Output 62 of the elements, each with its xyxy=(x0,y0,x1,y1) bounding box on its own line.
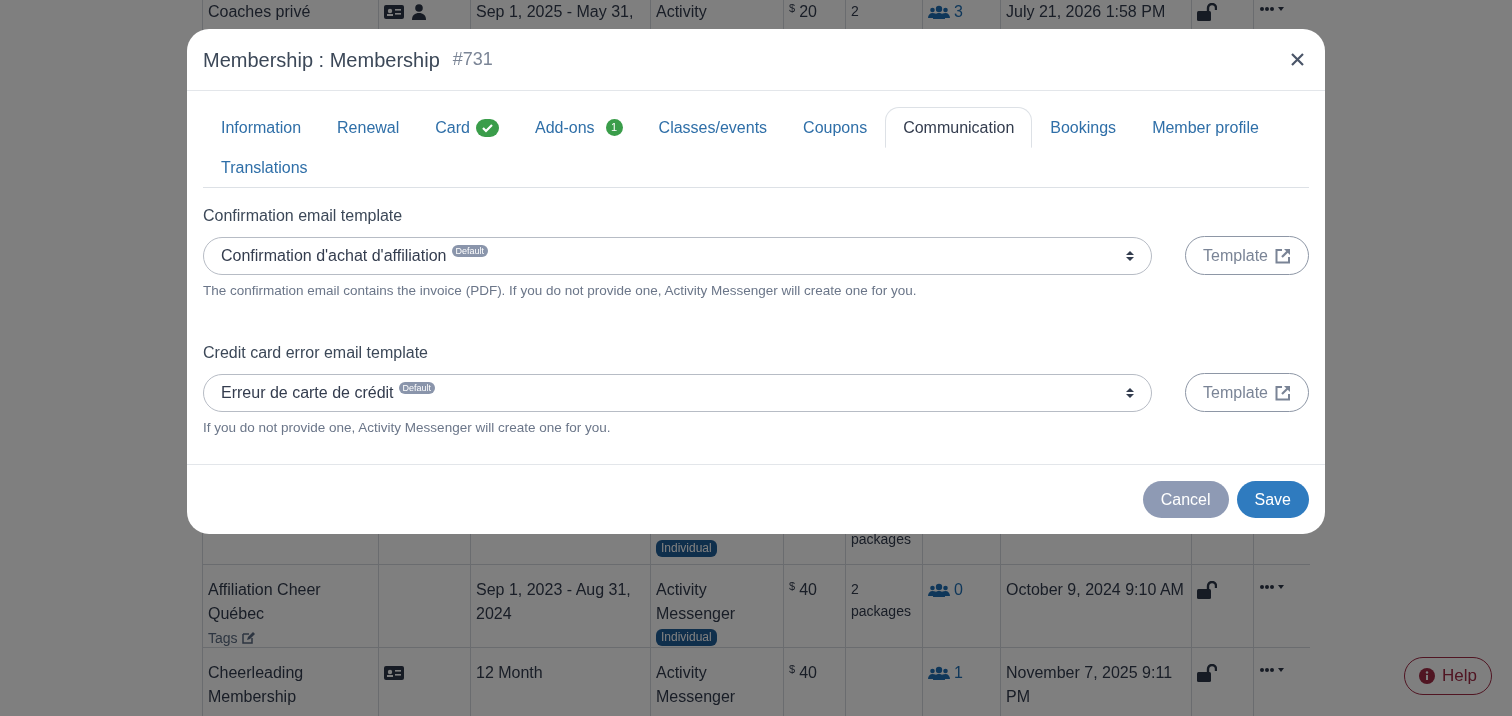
group-icon xyxy=(928,666,950,680)
sort-caret-icon xyxy=(1126,249,1134,262)
more-actions-button[interactable] xyxy=(1259,666,1285,674)
price: $^{$}$ 40 xyxy=(789,661,818,683)
more-actions-button[interactable] xyxy=(1259,583,1285,591)
tab[interactable]: Communication xyxy=(885,107,1033,148)
row-name: Coaches privé xyxy=(208,2,312,22)
sort-caret-icon xyxy=(1126,386,1134,399)
tab[interactable]: Classes/events xyxy=(640,107,786,148)
person-icon xyxy=(412,4,426,20)
row-name: Affiliation Cheer Québec xyxy=(208,580,322,624)
save-button[interactable]: Save xyxy=(1236,481,1309,518)
help-text: If you do not provide one, Activity Messenger will create one for you. xyxy=(203,419,612,438)
membership-period: Sep 1, 2025 - May 31, xyxy=(476,2,635,22)
modified-date: November 7, 2025 9:11 PM xyxy=(1006,663,1174,707)
package-count: 2 xyxy=(851,2,860,21)
provider-name: Activity xyxy=(656,2,708,22)
group-icon xyxy=(928,583,950,597)
tab[interactable]: Bookings xyxy=(1032,107,1135,148)
help-text: The confirmation email contains the invoice (PDF). If you do not provide one, Activity Messenger will create one for you. xyxy=(203,282,918,300)
tab[interactable]: Renewal xyxy=(319,107,418,148)
info-icon xyxy=(1419,668,1436,684)
modified-date: July 21, 2026 1:58 PM xyxy=(1006,2,1167,22)
id-card-icon xyxy=(384,4,404,20)
external-link-icon xyxy=(1275,247,1291,264)
external-link-icon xyxy=(1275,384,1291,401)
count-badge: 1 xyxy=(605,119,623,136)
price: $^{$}$ 20 xyxy=(789,0,818,22)
field-label: Confirmation email template xyxy=(203,206,404,226)
package-count: packages xyxy=(851,530,912,549)
provider-name: Activity Messenger xyxy=(656,580,737,624)
modified-date: October 9, 2024 9:10 AM xyxy=(1006,580,1185,600)
tab[interactable]: Information xyxy=(203,107,320,148)
default-tag: Default xyxy=(451,244,489,257)
id-card-icon xyxy=(384,665,404,681)
record-id: #731 xyxy=(452,48,493,71)
more-actions-button[interactable] xyxy=(1259,5,1285,13)
package-count: 2 packages xyxy=(851,580,912,621)
row-name: Cheerleading Membership xyxy=(208,663,305,707)
tags-link[interactable]: Tags xyxy=(208,626,255,650)
type-badge: Individual xyxy=(656,540,717,557)
help-button[interactable]: Help xyxy=(1404,657,1492,695)
provider-name: Activity Messenger xyxy=(656,663,737,707)
member-count-link[interactable]: 1 xyxy=(928,661,963,685)
field-label: Credit card error email template xyxy=(203,343,429,364)
tab[interactable]: Member profile xyxy=(1134,107,1277,148)
membership-period: 12 Month xyxy=(476,663,544,683)
modal-title: Membership : Membership xyxy=(203,47,440,73)
default-tag: Default xyxy=(398,381,436,394)
edit-icon xyxy=(241,632,255,644)
group-icon xyxy=(928,5,950,19)
member-count-link[interactable]: 3 xyxy=(928,0,963,24)
check-badge-icon xyxy=(476,118,499,137)
tab[interactable]: Card xyxy=(417,107,517,148)
cancel-button[interactable]: Cancel xyxy=(1142,481,1229,518)
member-count-link[interactable]: 0 xyxy=(928,578,963,602)
price: $^{$}$ 40 xyxy=(789,578,818,600)
membership-period: Sep 1, 2023 - Aug 31, 2024 xyxy=(476,580,632,624)
tab[interactable]: Translations xyxy=(203,147,326,188)
tab[interactable]: Coupons xyxy=(785,107,886,148)
type-badge: Individual xyxy=(656,629,717,646)
tab[interactable]: Add-ons 1 xyxy=(517,107,641,148)
